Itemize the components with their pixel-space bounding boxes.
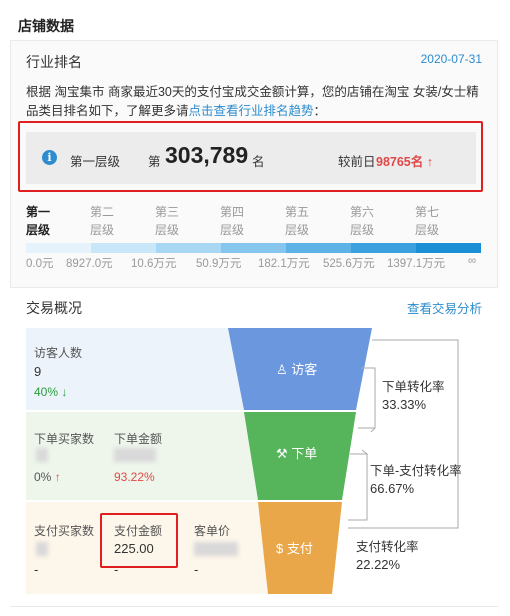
funnel-order-text: 下单 xyxy=(291,446,318,461)
conversion-connectors xyxy=(348,339,459,529)
funnel-pay-label: $ 支付 xyxy=(276,538,313,557)
funnel-order-label: ⚒ 下单 xyxy=(276,443,317,462)
conv-order-pay-label: 下单-支付转化率 xyxy=(370,464,462,478)
funnel-graphic xyxy=(228,328,459,594)
conv-order-pay: 下单-支付转化率 66.67% xyxy=(370,462,462,498)
hammer-icon: ⚒ xyxy=(276,446,288,461)
funnel-pay-text: 支付 xyxy=(286,541,313,556)
currency-icon: $ xyxy=(276,541,284,556)
user-icon: ♙ xyxy=(276,362,288,377)
conv-order-value: 33.33% xyxy=(382,397,427,412)
bottom-divider xyxy=(10,606,498,607)
conv-pay-value: 22.22% xyxy=(356,557,401,572)
connector-order-pay xyxy=(350,449,369,455)
funnel-visit-label: ♙ 访客 xyxy=(276,359,317,378)
connector-visit-order-arrow xyxy=(370,427,376,433)
funnel-visit-text: 访客 xyxy=(291,362,318,377)
conv-order: 下单转化率 33.33% xyxy=(382,378,445,414)
conv-pay: 支付转化率 22.22% xyxy=(356,538,419,574)
conv-pay-label: 支付转化率 xyxy=(356,540,419,554)
connector-order-pay-line xyxy=(348,454,368,521)
conv-order-pay-value: 66.67% xyxy=(370,481,415,496)
conv-order-label: 下单转化率 xyxy=(382,380,445,394)
